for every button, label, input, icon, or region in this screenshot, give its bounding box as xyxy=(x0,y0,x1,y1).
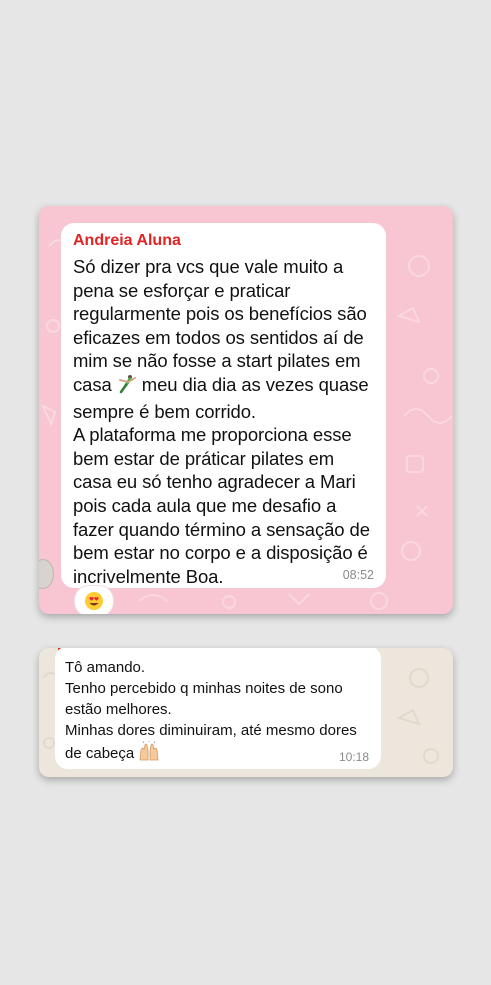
message-text: Só dizer pra vcs que vale muito a pena s… xyxy=(73,255,374,588)
message-text-part-3: Minhas dores diminuiram, até mesmo dores… xyxy=(65,722,357,762)
message-bubble-testimonial[interactable]: Andreia Aluna Só dizer pra vcs que vale … xyxy=(61,223,386,588)
message-text: Tô amando. Tenho percebido q minhas noit… xyxy=(65,657,369,767)
reaction-badge[interactable] xyxy=(74,585,114,614)
message-timestamp: 10:18 xyxy=(338,750,369,764)
message-paragraph-1: Só dizer pra vcs que vale muito a pena s… xyxy=(73,255,374,423)
message-paragraph-2: A plataforma me proporciona esse bem est… xyxy=(73,424,370,587)
message-timestamp: 08:52 xyxy=(342,568,374,582)
pilates-figure-icon xyxy=(117,374,137,400)
message-line-3: Minhas dores diminuiram, até mesmo dores… xyxy=(65,720,369,767)
message-bubble-feedback[interactable]: Tô amando. Tenho percebido q minhas noit… xyxy=(55,648,381,769)
avatar[interactable] xyxy=(39,559,54,589)
chat-screenshot-2: Tô amando. Tenho percebido q minhas noit… xyxy=(39,648,453,777)
chat-screenshot-1: Andreia Aluna Só dizer pra vcs que vale … xyxy=(39,206,453,614)
heart-eyes-emoji-icon xyxy=(85,592,103,610)
sender-name: Andreia Aluna xyxy=(73,232,181,249)
message-line-2: Tenho percebido q minhas noites de sono … xyxy=(65,680,343,718)
message-line-1: Tô amando. xyxy=(65,659,146,676)
raised-hands-emoji-icon xyxy=(138,741,160,767)
